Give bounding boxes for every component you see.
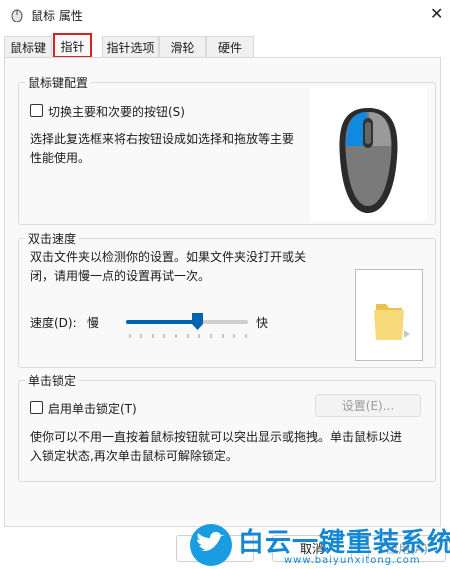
slow-label: 慢 (87, 316, 100, 330)
watermark-url: www.baiyunxitong.com (284, 555, 421, 566)
tab-panel: 鼠标键配置 切换主要和次要的按钮(S) 选择此复选框来将右按钮设成如选择和拖放等… (4, 57, 441, 527)
tab-strip: 鼠标键 指针 指针选项 滑轮 硬件 (0, 33, 450, 58)
tab-mouse-buttons[interactable]: 鼠标键 (4, 36, 52, 57)
click-lock-settings-button[interactable]: 设置(E)... (315, 394, 421, 417)
double-click-description-2: 闭，请用慢一点的设置再试一次。 (30, 269, 211, 283)
mouse-app-icon (11, 9, 23, 22)
fast-label: 快 (256, 316, 269, 330)
click-lock-description-2: 入锁定状态,再次单击鼠标可解除锁定。 (30, 449, 238, 463)
double-click-description-1: 双击文件夹以检测你的设置。如果文件夹没打开或关 (30, 250, 307, 264)
watermark: 白云一键重装系统 www.baiyunxitong.com (188, 520, 450, 569)
tab-wheel[interactable]: 滑轮 (159, 36, 206, 57)
speed-label: 速度(D): (30, 316, 77, 330)
double-click-title: 双击速度 (25, 230, 80, 247)
button-config-description-1: 选择此复选框来将右按钮设成如选择和拖放等主要 (30, 132, 295, 146)
window-title: 鼠标 属性 (31, 9, 83, 23)
speed-slider-thumb[interactable] (192, 313, 203, 330)
click-lock-label[interactable]: 启用单击锁定(T) (48, 400, 137, 417)
swap-buttons-checkbox[interactable] (30, 104, 43, 117)
click-lock-title: 单击锁定 (25, 372, 80, 389)
speed-slider-ticks (129, 334, 247, 338)
mouse-preview (310, 88, 427, 221)
click-lock-description-1: 使你可以不用一直按着鼠标按钮就可以突出显示或拖拽。单击鼠标以进 (30, 430, 403, 444)
button-config-description-2: 性能使用。 (30, 151, 91, 165)
swap-buttons-label[interactable]: 切换主要和次要的按钮(S) (48, 103, 185, 120)
button-config-title: 鼠标键配置 (25, 74, 92, 91)
watermark-title: 白云一键重装系统 (238, 528, 450, 558)
close-icon[interactable]: ✕ (430, 4, 443, 23)
test-folder-area[interactable] (355, 269, 423, 361)
twitter-bird-icon (190, 524, 232, 566)
tab-pointer[interactable]: 指针 (53, 33, 92, 58)
tab-pointer-options[interactable]: 指针选项 (102, 36, 159, 57)
folder-icon (374, 304, 410, 340)
speed-slider-fill (126, 320, 198, 324)
mouse-illustration (339, 108, 398, 213)
title-bar: 鼠标 属性 ✕ (0, 0, 450, 30)
tab-hardware[interactable]: 硬件 (206, 36, 254, 57)
click-lock-checkbox[interactable] (30, 401, 43, 414)
